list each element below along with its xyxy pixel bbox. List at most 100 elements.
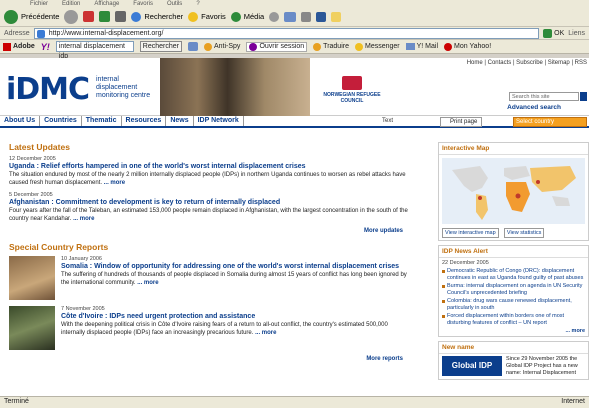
item-title-link[interactable]: Uganda : Relief efforts hampered in one … [9, 163, 409, 170]
translate-button[interactable]: Traduire [313, 42, 349, 51]
new-name-box: New name Global IDP Since 29 November 20… [438, 341, 589, 380]
nav-idp-network[interactable]: IDP Network [194, 116, 244, 126]
adobe-button[interactable]: Adobe [3, 42, 35, 51]
view-statistics-button[interactable]: View statistics [503, 228, 545, 238]
search-label: Rechercher [144, 12, 184, 21]
top-links[interactable]: Home | Contacts | Subscribe | Sitemap | … [467, 60, 587, 66]
address-label: Adresse [4, 29, 30, 37]
global-idp-logo[interactable]: Global IDP [442, 356, 502, 376]
item-date: 12 December 2005 [9, 156, 56, 162]
item-title-link[interactable]: Afghanistan : Commitment to development … [9, 199, 409, 206]
yahoo-search-button[interactable]: Rechercher [139, 41, 182, 52]
nav-news[interactable]: News [166, 116, 194, 126]
open-session-button[interactable]: Ouvrir session [246, 41, 308, 52]
advanced-search-link[interactable]: Advanced search [507, 104, 561, 111]
address-input[interactable]: http://www.internal-displacement.org/ [33, 27, 540, 39]
nrc-logo[interactable]: NORWEGIAN REFUGEE COUNCIL [318, 76, 386, 104]
more-updates-link[interactable]: More updates [9, 228, 403, 234]
refresh-icon[interactable] [99, 11, 111, 22]
more-link[interactable]: ... more [137, 280, 158, 286]
yahoo-search-input[interactable]: internal displacement idp [55, 41, 134, 60]
yahoo-logo[interactable]: Y! [41, 42, 50, 52]
messenger-label: Messenger [364, 43, 400, 50]
item-body: Four years after the fall of the Taleban… [9, 208, 408, 222]
stop-icon[interactable] [83, 11, 95, 22]
new-name-text: Since 29 November 2005 the Global IDP Pr… [506, 356, 578, 376]
more-link[interactable]: ... more [104, 180, 125, 186]
news-item-link[interactable]: Burma: internal displacement on agenda i… [439, 283, 588, 298]
favorites-label: Favoris [201, 12, 226, 21]
more-reports-link[interactable]: More reports [9, 356, 403, 362]
more-link[interactable]: ... more [73, 216, 94, 222]
my-yahoo-button[interactable]: Mon Yahoo! [444, 42, 492, 51]
text-size-control[interactable]: Text [382, 118, 393, 124]
print-icon[interactable] [301, 11, 312, 22]
menu-item[interactable]: ? [196, 1, 199, 7]
status-bar: Terminé Internet [0, 396, 589, 408]
nrc-flag-icon [342, 76, 362, 90]
news-item-link[interactable]: Democratic Republic of Congo (DRC): disp… [439, 268, 588, 283]
back-arrow-icon [4, 9, 18, 24]
item-title-link[interactable]: Côte d'Ivoire : IDPs need urgent protect… [61, 313, 409, 320]
heart-icon [444, 42, 453, 51]
item-body: The situation endured by most of the nea… [9, 172, 406, 186]
nav-resources[interactable]: Resources [122, 116, 167, 126]
view-interactive-map-button[interactable]: View interactive map [442, 228, 499, 238]
go-label: OK [554, 29, 565, 37]
nav-thematic[interactable]: Thematic [82, 116, 122, 126]
interactive-map-box: Interactive Map View interactive map Vie… [438, 142, 589, 241]
messenger-button[interactable]: Messenger [354, 42, 400, 51]
main-content: Latest Updates 12 December 2005 Uganda :… [9, 142, 409, 370]
favorites-button[interactable]: Favoris [188, 11, 226, 22]
media-button[interactable]: Média [230, 11, 264, 22]
news-more-link[interactable]: ... more [439, 328, 588, 336]
cote-divoire-thumbnail[interactable] [9, 306, 55, 350]
nav-countries[interactable]: Countries [40, 116, 82, 126]
history-icon[interactable] [269, 11, 280, 22]
home-icon[interactable] [115, 11, 127, 22]
search-button[interactable]: Rechercher [131, 11, 184, 22]
adobe-icon [3, 42, 11, 51]
nrc-label: NORWEGIAN REFUGEE COUNCIL [323, 92, 381, 104]
menu-item[interactable]: Favoris [133, 1, 153, 7]
menu-item[interactable]: Fichier [30, 1, 48, 7]
menu-item[interactable]: Outils [167, 1, 182, 7]
idmc-logo[interactable]: iDMC [6, 72, 90, 107]
list-item: 12 December 2005 Uganda : Relief efforts… [9, 156, 409, 187]
status-text: Terminé [4, 398, 29, 405]
my-yahoo-label: Mon Yahoo! [454, 43, 492, 50]
links-label[interactable]: Liens [568, 30, 585, 37]
more-link[interactable]: ... more [255, 330, 276, 336]
menu-item[interactable]: Edition [62, 1, 80, 7]
antispy-label: Anti-Spy [213, 43, 241, 50]
yahoo-mail-button[interactable]: Y! Mail [405, 43, 438, 50]
yahoo-icon [249, 42, 258, 51]
list-item: 10 January 2006 Somalia : Window of oppo… [9, 256, 409, 300]
site-nav: About Us Countries Thematic Resources Ne… [0, 116, 589, 128]
forward-arrow-icon[interactable] [64, 9, 79, 24]
print-page-button[interactable]: Print page [440, 117, 482, 127]
news-item-link[interactable]: Forced displacement within borders one o… [439, 313, 588, 328]
news-item-link[interactable]: Colombia: drug wars cause renewed displa… [439, 298, 588, 313]
go-button[interactable]: OK [543, 28, 565, 38]
logo-subtitle: internal displacement monitoring centre [96, 76, 151, 99]
item-title-link[interactable]: Somalia : Window of opportunity for addr… [61, 263, 409, 270]
back-button[interactable]: Précédente [4, 9, 59, 24]
site-search-input[interactable]: Search this site [509, 92, 579, 101]
edit-icon[interactable] [316, 11, 327, 22]
site-search-button[interactable] [580, 92, 587, 101]
nav-about-us[interactable]: About Us [0, 116, 41, 126]
item-date: 10 January 2006 [61, 256, 102, 262]
toolbar-options-icon[interactable] [187, 42, 198, 51]
translate-label: Traduire [323, 43, 349, 50]
menu-bar: Fichier Edition Affichage Favoris Outils… [0, 0, 589, 7]
select-country-dropdown[interactable]: Select country [513, 117, 587, 127]
menu-item[interactable]: Affichage [94, 1, 119, 7]
world-map[interactable] [442, 158, 585, 224]
antispy-button[interactable]: Anti-Spy [203, 42, 241, 51]
mail-icon[interactable] [284, 11, 297, 22]
messenger-icon[interactable] [331, 11, 342, 22]
somalia-thumbnail[interactable] [9, 256, 55, 300]
item-date: 7 November 2005 [61, 306, 105, 312]
sidebar: Interactive Map View interactive map Vie… [438, 142, 589, 384]
